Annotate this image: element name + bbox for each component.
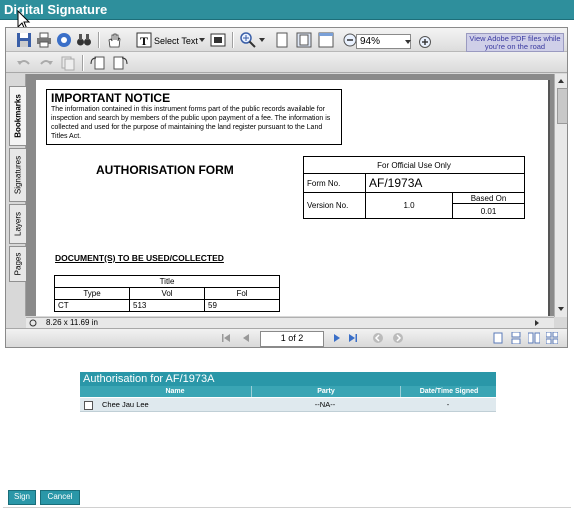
fit-width-icon[interactable] xyxy=(318,32,334,48)
select-text-icon[interactable]: T xyxy=(136,32,152,48)
form-no-label: Form No. xyxy=(303,173,366,193)
column-party: Party xyxy=(251,386,400,397)
docs-col-fol: Fol xyxy=(204,287,280,300)
undo-icon[interactable] xyxy=(16,55,32,71)
page-size-label: 8.26 x 11.69 in xyxy=(46,318,98,327)
vertical-scrollbar[interactable] xyxy=(554,74,568,317)
signer-name: Chee Jau Lee xyxy=(102,400,149,409)
docs-col-type: Type xyxy=(54,287,130,300)
docs-title-header: Title xyxy=(54,275,280,288)
based-on-value: 0.01 xyxy=(452,203,525,219)
official-use-header: For Official Use Only xyxy=(303,156,525,174)
toolbar-separator xyxy=(232,32,234,48)
cancel-button[interactable]: Cancel xyxy=(40,490,80,505)
documents-table: Title Type Vol Fol CT 513 59 xyxy=(54,275,280,312)
next-page-icon[interactable] xyxy=(332,333,342,343)
save-icon[interactable] xyxy=(16,32,32,48)
sign-button[interactable]: Sign xyxy=(8,490,36,505)
toolbar-separator xyxy=(98,32,100,48)
docs-cell-vol: 513 xyxy=(129,299,205,312)
notice-body: The information contained in this instru… xyxy=(51,106,331,140)
previous-page-icon[interactable] xyxy=(241,333,251,343)
page-number-input[interactable]: 1 of 2 xyxy=(260,331,324,347)
scroll-up-arrow-icon[interactable] xyxy=(557,77,565,85)
docs-cell-type: CT xyxy=(54,299,130,312)
svg-text:T: T xyxy=(140,34,148,48)
signer-party: --NA-- xyxy=(314,400,336,409)
continuous-facing-view-icon[interactable] xyxy=(546,332,558,344)
window-titlebar: Digital Signature xyxy=(0,0,574,20)
hand-tool-icon[interactable] xyxy=(106,32,122,48)
print-icon[interactable] xyxy=(36,32,52,48)
vertical-scroll-thumb[interactable] xyxy=(557,88,568,124)
chevron-down-icon[interactable] xyxy=(198,36,206,44)
signer-checkbox[interactable] xyxy=(84,401,93,410)
tab-signatures[interactable]: Signatures xyxy=(9,148,26,202)
navigation-side-tabs: Bookmarks Signatures Layers Pages xyxy=(6,74,26,316)
page-navigation-bar: 1 of 2 xyxy=(6,328,567,347)
docs-col-vol: Vol xyxy=(129,287,205,300)
facing-view-icon[interactable] xyxy=(528,332,540,344)
redo-icon[interactable] xyxy=(38,55,54,71)
signer-date: - xyxy=(446,400,450,409)
chevron-down-icon[interactable] xyxy=(258,36,266,44)
zoom-in-icon[interactable] xyxy=(240,32,256,48)
rotate-page-icon[interactable] xyxy=(90,55,106,71)
docs-cell-fol: 59 xyxy=(204,299,280,312)
version-value: 1.0 xyxy=(365,192,453,219)
based-on-label: Based On xyxy=(452,192,525,204)
email-icon[interactable] xyxy=(56,32,72,48)
first-page-icon[interactable] xyxy=(221,333,231,343)
go-forward-view-icon[interactable] xyxy=(392,332,404,344)
pdf-toolbar-secondary xyxy=(6,52,567,73)
scroll-down-arrow-icon[interactable] xyxy=(557,305,565,313)
chevron-down-icon[interactable] xyxy=(404,38,412,46)
notice-title: IMPORTANT NOTICE xyxy=(51,91,171,105)
scroll-right-arrow-icon[interactable] xyxy=(533,319,541,327)
go-back-view-icon[interactable] xyxy=(372,332,384,344)
divider xyxy=(3,507,571,508)
select-text-label[interactable]: Select Text xyxy=(154,36,198,46)
fit-page-icon[interactable] xyxy=(296,32,312,48)
column-name: Name xyxy=(165,388,185,395)
rotate-counterclockwise-icon[interactable] xyxy=(112,55,128,71)
single-page-view-icon[interactable] xyxy=(492,332,504,344)
page-size-icon xyxy=(29,319,37,327)
table-row[interactable]: Chee Jau Lee --NA-- - xyxy=(80,398,496,412)
adobe-mobile-link[interactable]: View Adobe PDF files while you're on the… xyxy=(466,33,564,52)
copy-icon[interactable] xyxy=(60,55,76,71)
column-date-signed: Date/Time Signed xyxy=(400,386,497,397)
authorisation-header: Authorisation for AF/1973A xyxy=(80,372,496,386)
official-use-table: For Official Use Only Form No. AF/1973A … xyxy=(303,156,525,219)
continuous-view-icon[interactable] xyxy=(510,332,522,344)
documents-section-title: DOCUMENT(S) TO BE USED/COLLECTED xyxy=(55,253,224,263)
authorisation-column-headers: Name Party Date/Time Signed xyxy=(80,386,496,397)
form-no-value: AF/1973A xyxy=(365,173,525,193)
form-title: AUTHORISATION FORM xyxy=(96,163,234,177)
zoom-level-input[interactable]: 94% xyxy=(356,34,411,49)
version-label: Version No. xyxy=(303,192,366,219)
important-notice-box: IMPORTANT NOTICE The information contain… xyxy=(46,89,342,145)
actual-size-icon[interactable] xyxy=(274,32,290,48)
toolbar-separator xyxy=(82,55,84,71)
tab-bookmarks[interactable]: Bookmarks xyxy=(9,86,26,146)
last-page-icon[interactable] xyxy=(348,333,358,343)
tab-layers[interactable]: Layers xyxy=(9,204,26,244)
snapshot-icon[interactable] xyxy=(210,32,226,48)
search-binoculars-icon[interactable] xyxy=(76,32,92,48)
tab-pages[interactable]: Pages xyxy=(9,246,26,282)
zoom-in-plus-icon[interactable] xyxy=(418,35,432,49)
